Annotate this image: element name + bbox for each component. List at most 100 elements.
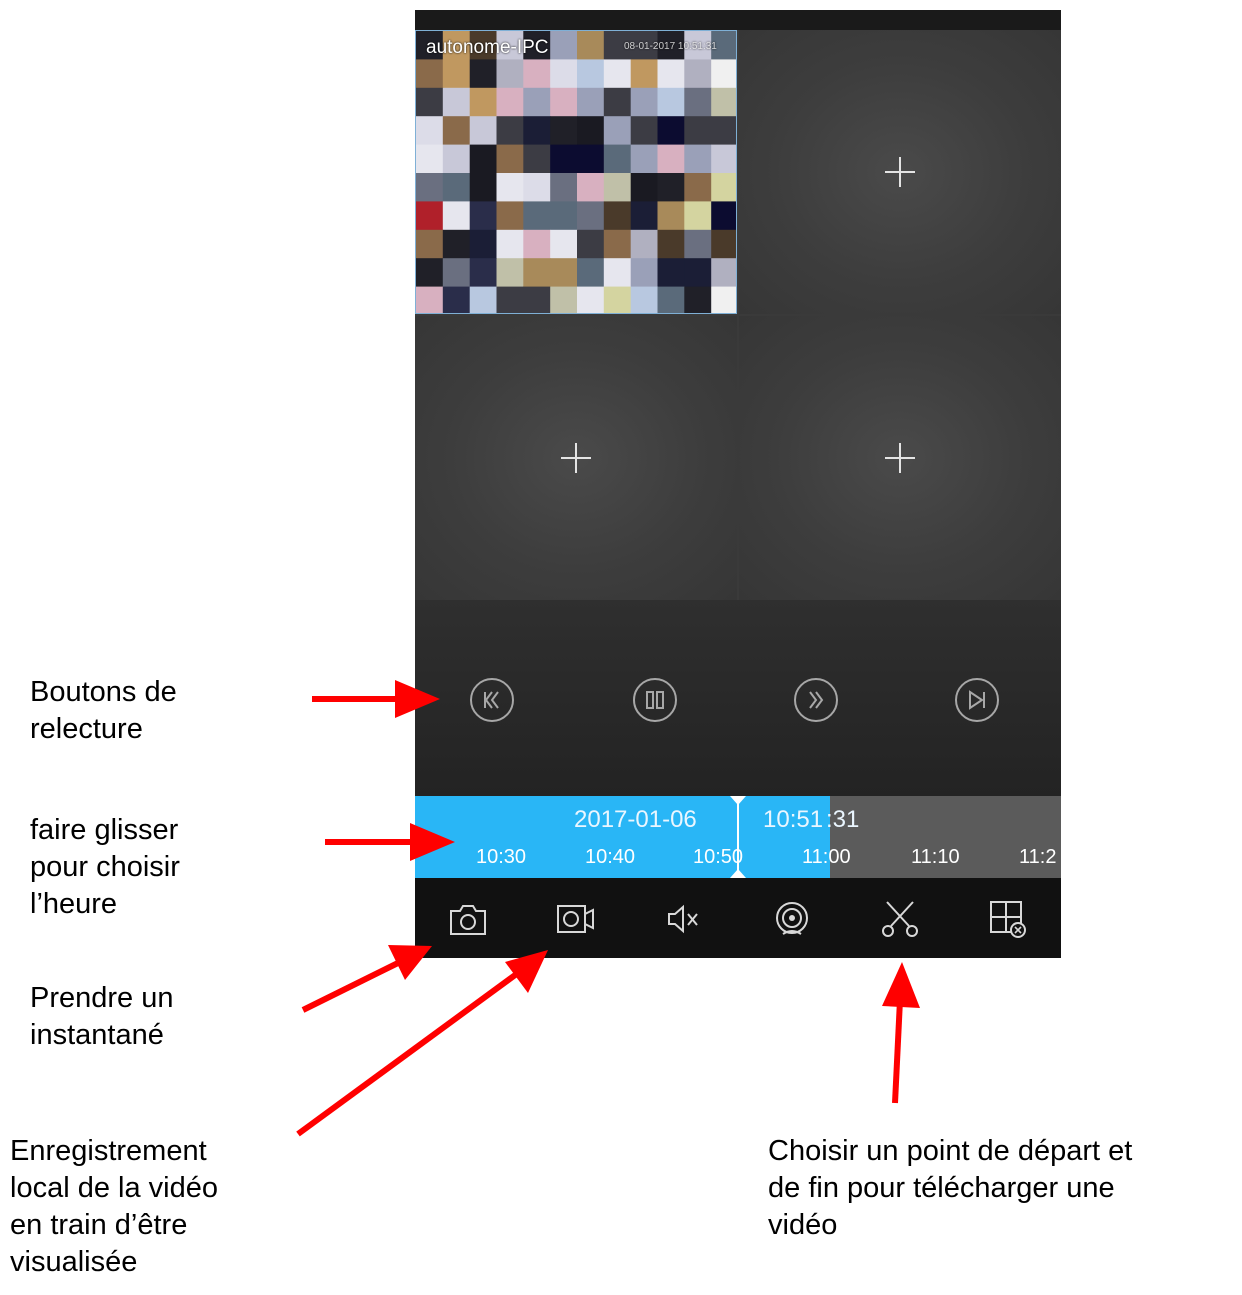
webcam-button[interactable] — [771, 898, 813, 940]
mosaic-pixel — [603, 286, 632, 313]
timeline-slider[interactable]: 2017-01-06 10:51 :31 10:30 10:40 10:50 1… — [415, 796, 1061, 878]
mosaic-pixel — [577, 173, 605, 202]
timeline-tick-label: 11:10 — [911, 846, 960, 868]
mosaic-pixel — [523, 173, 551, 202]
plus-icon[interactable] — [885, 157, 915, 187]
video-cell-empty-4[interactable] — [739, 316, 1061, 600]
mosaic-pixel — [550, 59, 578, 89]
mosaic-pixel — [684, 286, 712, 313]
mosaic-pixel — [711, 173, 736, 202]
mosaic-pixel — [711, 144, 736, 174]
mosaic-pixel — [442, 286, 471, 313]
mosaic-pixel — [577, 59, 605, 89]
cut-video-button[interactable] — [879, 898, 921, 940]
timeline-tick-label: 11:00 — [802, 846, 851, 868]
fast-forward-button[interactable] — [794, 678, 838, 722]
timeline-cursor[interactable] — [737, 796, 739, 878]
close-grid-icon — [990, 901, 1026, 938]
mosaic-pixel — [630, 144, 658, 174]
pause-icon — [646, 691, 664, 709]
arrow-to-snapshot — [301, 945, 432, 1013]
mosaic-pixel — [523, 286, 551, 313]
timeline-cursor-bottom-marker — [730, 869, 746, 878]
mosaic-pixel — [603, 229, 632, 259]
mosaic-pixel — [523, 258, 551, 288]
video-cell-empty-3[interactable] — [415, 316, 737, 600]
mosaic-pixel — [550, 31, 578, 60]
annotation-playback-buttons: Boutons de relecture — [30, 676, 177, 745]
mosaic-pixel — [711, 286, 736, 313]
mosaic-pixel — [603, 144, 632, 174]
mosaic-pixel — [711, 201, 736, 231]
scissors-icon — [882, 901, 918, 937]
status-bar — [415, 10, 1061, 30]
snapshot-button[interactable] — [447, 898, 489, 940]
mosaic-pixel — [711, 229, 736, 259]
plus-icon[interactable] — [885, 443, 915, 473]
mosaic-pixel — [416, 286, 444, 313]
video-cell-camera[interactable]: autonome-IPC 08-01-2017 10:51:31 — [415, 30, 737, 314]
pause-button[interactable] — [633, 678, 677, 722]
mosaic-pixel — [630, 286, 658, 313]
timeline-date: 2017-01-06 — [574, 806, 697, 833]
mosaic-pixel — [416, 116, 444, 146]
mosaic-pixel — [416, 87, 444, 117]
video-record-icon — [557, 905, 594, 933]
mosaic-pixel — [657, 258, 685, 288]
mosaic-pixel — [684, 173, 712, 202]
mosaic-pixel — [416, 258, 444, 288]
mosaic-pixel — [469, 144, 497, 174]
mosaic-pixel — [577, 31, 605, 60]
mosaic-pixel — [684, 59, 712, 89]
video-cell-empty-2[interactable] — [739, 30, 1061, 314]
next-frame-button[interactable] — [955, 678, 999, 722]
mosaic-pixel — [684, 201, 712, 231]
mosaic-pixel — [657, 201, 685, 231]
annotation-cut-download: Choisir un point de départ et de fin pou… — [768, 1135, 1133, 1241]
mosaic-pixel — [630, 201, 658, 231]
mosaic-pixel — [603, 258, 632, 288]
mosaic-pixel — [442, 116, 471, 146]
close-grid-button[interactable] — [987, 898, 1029, 940]
camera-name-label: autonome-IPC — [426, 37, 549, 58]
mosaic-pixel — [630, 87, 658, 117]
mosaic-pixel — [416, 173, 444, 202]
rewind-icon — [484, 691, 499, 709]
mosaic-pixel — [630, 59, 658, 89]
mosaic-pixel — [550, 286, 578, 313]
mosaic-pixel — [416, 144, 444, 174]
mosaic-pixel — [469, 229, 497, 259]
mute-button[interactable] — [663, 898, 705, 940]
mosaic-pixel — [523, 59, 551, 89]
mosaic-pixel — [657, 229, 685, 259]
annotation-local-recording: Enregistrement local de la vidéo en trai… — [10, 1135, 218, 1278]
mosaic-pixel — [496, 229, 524, 259]
mosaic-pixel — [550, 116, 578, 146]
mosaic-pixel — [684, 116, 712, 146]
mosaic-pixel — [416, 59, 444, 89]
mute-icon — [668, 904, 698, 934]
camera-overlay-time: 08-01-2017 10:51:31 — [624, 41, 717, 52]
mosaic-pixel — [630, 173, 658, 202]
mosaic-pixel — [496, 144, 524, 174]
mosaic-pixel — [577, 144, 605, 174]
timeline-tick-label: 10:50 — [693, 846, 744, 868]
record-video-button[interactable] — [555, 898, 597, 940]
mosaic-pixel — [603, 59, 632, 89]
mosaic-pixel — [469, 173, 497, 202]
plus-icon[interactable] — [561, 443, 591, 473]
mosaic-pixel — [523, 201, 551, 231]
mosaic-pixel — [442, 229, 471, 259]
mosaic-pixel — [711, 258, 736, 288]
mosaic-pixel — [496, 59, 524, 89]
camera-feed-image — [416, 31, 736, 313]
bottom-toolbar — [415, 878, 1061, 958]
mosaic-pixel — [657, 59, 685, 89]
rewind-button[interactable] — [470, 678, 514, 722]
mosaic-pixel — [442, 144, 471, 174]
mosaic-pixel — [577, 87, 605, 117]
mosaic-pixel — [550, 201, 578, 231]
mosaic-pixel — [442, 258, 471, 288]
timeline-tick-label: 11:2 — [1019, 846, 1057, 868]
mosaic-pixel — [711, 116, 736, 146]
